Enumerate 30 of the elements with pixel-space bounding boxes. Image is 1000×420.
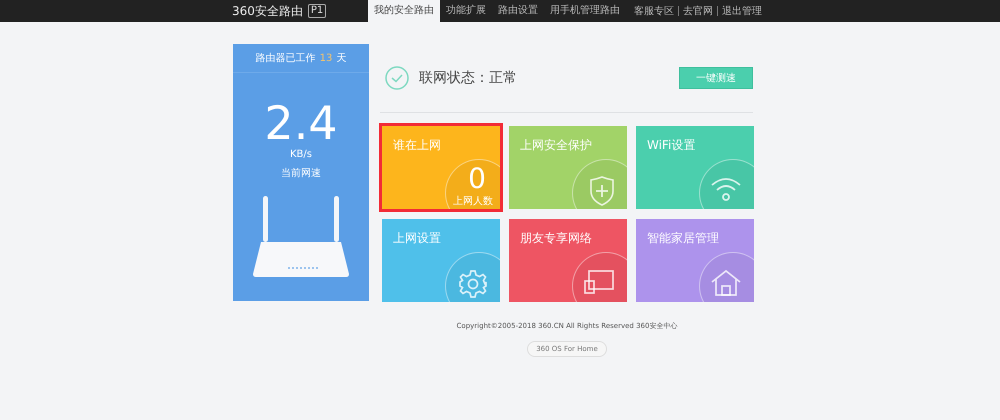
model-badge: P1 xyxy=(308,4,326,18)
logo-text: 360安全路由 xyxy=(232,2,303,20)
nav-tab[interactable]: 功能扩展 xyxy=(440,0,492,22)
nav-tab[interactable]: 用手机管理路由 xyxy=(544,0,626,22)
online-count: 0 xyxy=(468,164,486,194)
header-link[interactable]: 退出管理 xyxy=(722,4,762,18)
nav-tab[interactable]: 我的安全路由 xyxy=(368,0,440,22)
tile-title: 谁在上网 xyxy=(393,137,441,154)
devices-icon xyxy=(583,269,615,295)
tile-title: 上网安全保护 xyxy=(520,137,592,154)
speed-unit: KB/s xyxy=(290,149,312,160)
check-icon xyxy=(385,66,409,90)
nav-tab[interactable]: 路由设置 xyxy=(492,0,544,22)
speed-value: 2.4 xyxy=(264,99,338,147)
shield-icon xyxy=(589,176,615,206)
speed-caption: 当前网速 xyxy=(281,166,321,180)
online-count-label: 上网人数 xyxy=(453,196,493,207)
gear-icon xyxy=(458,269,488,299)
wifi-icon xyxy=(710,176,742,202)
tile-title: 朋友专享网络 xyxy=(520,230,592,247)
tile-title: WiFi设置 xyxy=(647,137,696,154)
status-label: 联网状态：正常 xyxy=(419,69,517,87)
uptime-label: 路由器已工作 xyxy=(256,52,316,65)
uptime-days: 13 xyxy=(320,52,332,64)
header-link[interactable]: 去官网 xyxy=(683,4,713,18)
uptime-unit: 天 xyxy=(336,52,346,65)
tile-title: 智能家居管理 xyxy=(647,230,719,247)
tile-title: 上网设置 xyxy=(393,230,441,247)
house-icon xyxy=(710,269,742,297)
header-link[interactable]: 客服专区 xyxy=(634,4,674,18)
